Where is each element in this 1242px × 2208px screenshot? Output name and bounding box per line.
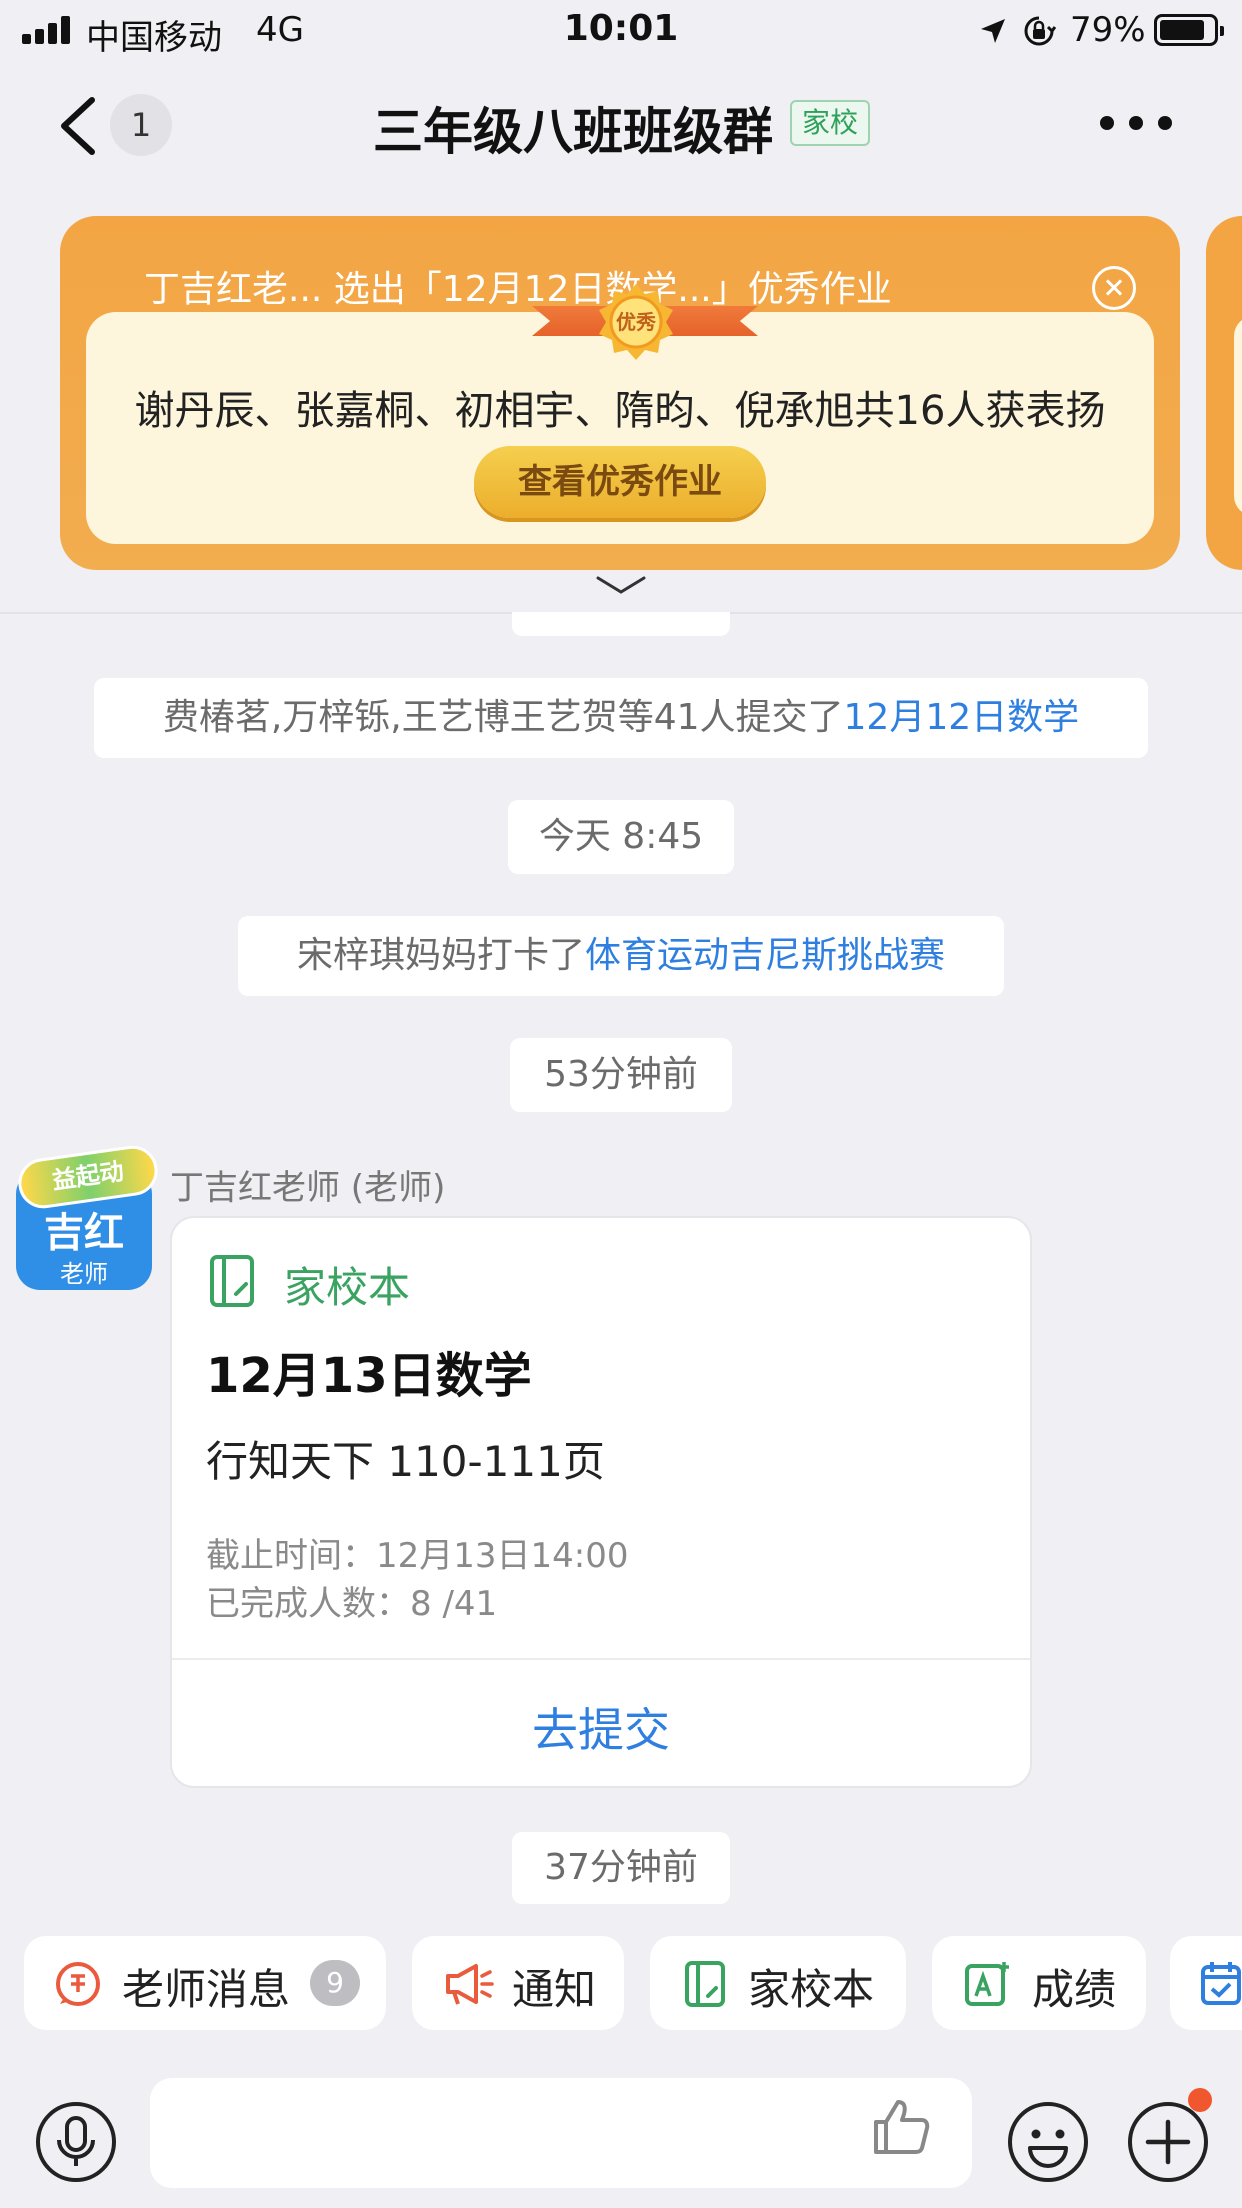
time-divider: 37分钟前 [512, 1832, 730, 1904]
praised-students: 谢丹辰、张嘉桐、初相宇、隋昀、倪承旭共16人获表扬 [134, 388, 1106, 434]
banner-card: 优秀 谢丹辰、张嘉桐、初相宇、隋昀、倪承旭共16人获表扬 查看优秀作业 [86, 284, 1154, 544]
message-input[interactable] [150, 2078, 972, 2188]
teacher-messages-chip[interactable]: 老师消息 9 [24, 1936, 386, 2030]
next-banner-peek[interactable] [1206, 216, 1242, 570]
calendar-check-icon [1201, 1962, 1241, 2005]
chip-label: 老师消息 [122, 1965, 291, 2014]
input-bar [0, 2060, 1242, 2208]
checkin-activity-link[interactable]: 体育运动吉尼斯挑战赛 [585, 935, 945, 976]
close-circle-icon[interactable] [1092, 266, 1136, 310]
sender-name: 丁吉红老师 (老师) [170, 1168, 446, 1208]
rotation-lock-icon [1024, 16, 1056, 46]
homework-completed: 已完成人数：8 /41 [206, 1584, 498, 1624]
notebook-icon [210, 1255, 254, 1307]
homework-card[interactable]: 家校本 12月13日数学 行知天下 110-111页 截止时间：12月13日14… [170, 1216, 1032, 1788]
teacher-avatar[interactable]: 益起动 吉红 老师 [15, 1142, 161, 1290]
clipped-time-pill [512, 612, 730, 636]
megaphone-icon [446, 1964, 494, 2005]
grades-chip[interactable]: 成绩 [932, 1936, 1146, 2030]
microphone-icon[interactable] [34, 2100, 118, 2184]
card-divider [172, 1658, 1030, 1660]
submit-homework-button[interactable]: 去提交 [172, 1694, 1030, 1760]
thumbs-up-icon[interactable] [870, 2094, 934, 2158]
chip-label: 通知 [512, 1965, 597, 2014]
plus-icon[interactable] [1126, 2100, 1210, 2184]
avatar-role: 老师 [60, 1260, 108, 1288]
teacher-messages-count: 9 [310, 1960, 360, 2006]
teacher-icon [56, 1962, 100, 2006]
notice-chip[interactable]: 通知 [412, 1936, 624, 2030]
location-arrow-icon [981, 19, 1005, 43]
checkin-notice-text: 宋梓琪妈妈打卡了 [296, 935, 585, 976]
homework-deadline: 截止时间：12月13日14:00 [206, 1536, 629, 1576]
battery-percent: 79% [1070, 10, 1146, 50]
page-title: 三年级八班班级群 [373, 103, 773, 161]
home-school-book-chip[interactable]: 家校本 [650, 1936, 906, 2030]
checkin-notice: 宋梓琪妈妈打卡了体育运动吉尼斯挑战赛 [238, 916, 1004, 996]
excellent-homework-banner[interactable]: 丁吉红老... 选出「12月12日数学...」优秀作业 优秀 谢丹辰、张嘉桐、初… [60, 216, 1180, 570]
avatar-name: 吉红 [44, 1210, 124, 1256]
attendance-chip[interactable] [1170, 1936, 1242, 2030]
group-type-tag: 家校 [790, 100, 871, 146]
grade-icon [965, 1962, 1009, 2006]
new-feature-dot [1188, 2088, 1212, 2112]
excellent-homework-banner-area: 丁吉红老... 选出「12月12日数学...」优秀作业 优秀 谢丹辰、张嘉桐、初… [0, 192, 1242, 614]
time-divider: 53分钟前 [510, 1038, 732, 1112]
homework-link[interactable]: 12月12日数学 [844, 697, 1080, 738]
card-app-name: 家校本 [284, 1263, 411, 1312]
medal-label: 优秀 [616, 310, 656, 334]
homework-content: 行知天下 110-111页 [206, 1437, 605, 1486]
homework-submit-notice: 费椿茗,万梓铄,王艺博王艺贺等41人提交了12月12日数学 [94, 678, 1148, 758]
chevron-down-icon[interactable] [596, 574, 646, 596]
status-bar: 中国移动 4G 10:01 79% [0, 0, 1242, 62]
time-divider: 今天 8:45 [508, 800, 734, 874]
chip-label: 成绩 [1032, 1965, 1117, 2014]
submit-notice-text: 费椿茗,万梓铄,王艺博王艺贺等41人提交了 [162, 697, 844, 738]
nav-bar: 1 三年级八班班级群 家校 [0, 62, 1242, 192]
chip-label: 家校本 [748, 1965, 875, 2014]
banner-header: 丁吉红老... 选出「12月12日数学...」优秀作业 [144, 269, 892, 310]
battery-icon [1154, 14, 1224, 46]
more-horizontal-icon[interactable] [1100, 116, 1172, 134]
homework-title: 12月13日数学 [206, 1348, 532, 1404]
smile-icon[interactable] [1006, 2100, 1090, 2184]
view-excellent-homework-button[interactable]: 查看优秀作业 [474, 446, 766, 518]
notebook-icon [685, 1961, 725, 2007]
